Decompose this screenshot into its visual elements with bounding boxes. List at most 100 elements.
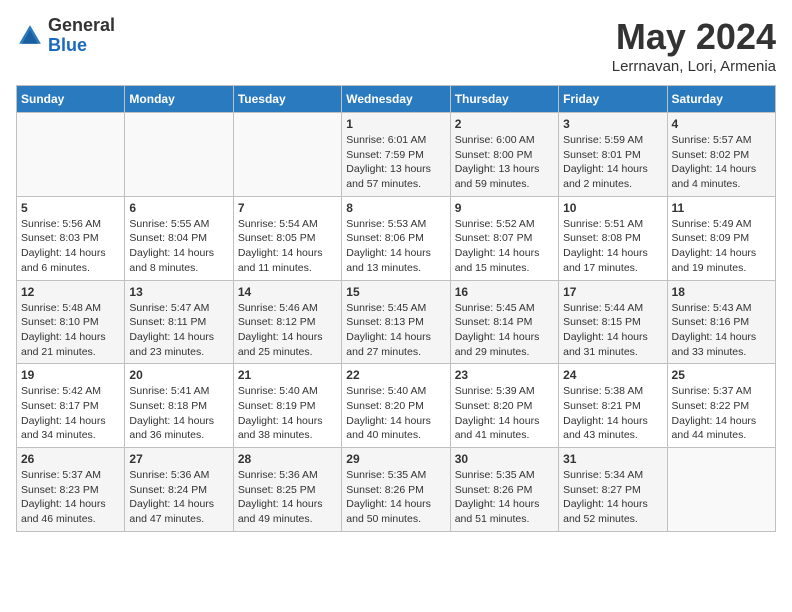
calendar-cell [125,113,233,197]
weekday-header: Wednesday [342,86,450,113]
logo-general: General [48,15,115,35]
calendar-cell: 23Sunrise: 5:39 AM Sunset: 8:20 PM Dayli… [450,364,558,448]
logo-icon [16,22,44,50]
day-info: Sunrise: 5:42 AM Sunset: 8:17 PM Dayligh… [21,384,120,443]
calendar-cell: 1Sunrise: 6:01 AM Sunset: 7:59 PM Daylig… [342,113,450,197]
day-info: Sunrise: 5:36 AM Sunset: 8:25 PM Dayligh… [238,468,337,527]
weekday-header: Thursday [450,86,558,113]
day-number: 10 [563,201,662,215]
day-info: Sunrise: 5:44 AM Sunset: 8:15 PM Dayligh… [563,301,662,360]
day-info: Sunrise: 5:43 AM Sunset: 8:16 PM Dayligh… [672,301,771,360]
day-number: 5 [21,201,120,215]
day-number: 14 [238,285,337,299]
calendar-cell: 11Sunrise: 5:49 AM Sunset: 8:09 PM Dayli… [667,196,775,280]
day-number: 27 [129,452,228,466]
calendar-cell: 7Sunrise: 5:54 AM Sunset: 8:05 PM Daylig… [233,196,341,280]
calendar-cell: 18 Sunrise: 5:43 AM Sunset: 8:16 PM Dayli… [667,280,775,364]
calendar-table: SundayMondayTuesdayWednesdayThursdayFrid… [16,85,776,532]
calendar-week-row: 19 Sunrise: 5:42 AM Sunset: 8:17 PM Dayli… [17,364,776,448]
weekday-header: Friday [559,86,667,113]
day-number: 25 [672,368,771,382]
calendar-cell [17,113,125,197]
day-info: Sunrise: 5:59 AM Sunset: 8:01 PM Dayligh… [563,133,662,192]
calendar-cell: 2 Sunrise: 6:00 AM Sunset: 8:00 PM Daylig… [450,113,558,197]
day-number: 4 [672,117,771,131]
day-info: Sunrise: 5:45 AM Sunset: 8:14 PM Dayligh… [455,301,554,360]
day-number: 2 [455,117,554,131]
weekday-header: Sunday [17,86,125,113]
logo-blue: Blue [48,35,87,55]
logo: General Blue [16,16,115,56]
calendar-cell: 4 Sunrise: 5:57 AM Sunset: 8:02 PM Daylig… [667,113,775,197]
calendar-cell: 22 Sunrise: 5:40 AM Sunset: 8:20 PM Dayli… [342,364,450,448]
day-number: 11 [672,201,771,215]
day-number: 22 [346,368,445,382]
day-number: 18 [672,285,771,299]
calendar-cell [233,113,341,197]
day-number: 31 [563,452,662,466]
day-info: Sunrise: 5:35 AM Sunset: 8:26 PM Dayligh… [455,468,554,527]
day-number: 30 [455,452,554,466]
day-info: Sunrise: 5:36 AM Sunset: 8:24 PM Dayligh… [129,468,228,527]
weekday-header: Tuesday [233,86,341,113]
calendar-cell: 24 Sunrise: 5:38 AM Sunset: 8:21 PM Dayli… [559,364,667,448]
day-info: Sunrise: 5:51 AM Sunset: 8:08 PM Dayligh… [563,217,662,276]
day-number: 17 [563,285,662,299]
day-number: 28 [238,452,337,466]
day-info: Sunrise: 5:38 AM Sunset: 8:21 PM Dayligh… [563,384,662,443]
weekday-header-row: SundayMondayTuesdayWednesdayThursdayFrid… [17,86,776,113]
calendar-cell: 30 Sunrise: 5:35 AM Sunset: 8:26 PM Dayli… [450,448,558,532]
day-info: Sunrise: 5:45 AM Sunset: 8:13 PM Dayligh… [346,301,445,360]
day-info: Sunrise: 5:55 AM Sunset: 8:04 PM Dayligh… [129,217,228,276]
day-info: Sunrise: 6:00 AM Sunset: 8:00 PM Dayligh… [455,133,554,192]
day-info: Sunrise: 5:48 AM Sunset: 8:10 PM Dayligh… [21,301,120,360]
day-info: Sunrise: 5:34 AM Sunset: 8:27 PM Dayligh… [563,468,662,527]
calendar-cell: 15 Sunrise: 5:45 AM Sunset: 8:13 PM Dayli… [342,280,450,364]
calendar-cell: 27 Sunrise: 5:36 AM Sunset: 8:24 PM Dayli… [125,448,233,532]
day-info: Sunrise: 5:35 AM Sunset: 8:26 PM Dayligh… [346,468,445,527]
weekday-header: Saturday [667,86,775,113]
title-block: May 2024 Lerrnavan, Lori, Armenia [612,16,776,75]
day-number: 6 [129,201,228,215]
day-number: 12 [21,285,120,299]
calendar-cell: 10 Sunrise: 5:51 AM Sunset: 8:08 PM Dayli… [559,196,667,280]
month-title: May 2024 [612,16,776,58]
page-header: General Blue May 2024 Lerrnavan, Lori, A… [16,16,776,75]
day-info: Sunrise: 5:53 AM Sunset: 8:06 PM Dayligh… [346,217,445,276]
calendar-cell: 6 Sunrise: 5:55 AM Sunset: 8:04 PM Daylig… [125,196,233,280]
calendar-cell: 28 Sunrise: 5:36 AM Sunset: 8:25 PM Dayli… [233,448,341,532]
calendar-week-row: 5Sunrise: 5:56 AM Sunset: 8:03 PM Daylig… [17,196,776,280]
weekday-header: Monday [125,86,233,113]
calendar-cell: 29 Sunrise: 5:35 AM Sunset: 8:26 PM Dayli… [342,448,450,532]
day-number: 3 [563,117,662,131]
calendar-cell: 31 Sunrise: 5:34 AM Sunset: 8:27 PM Dayli… [559,448,667,532]
day-number: 9 [455,201,554,215]
calendar-cell: 25 Sunrise: 5:37 AM Sunset: 8:22 PM Dayli… [667,364,775,448]
day-number: 24 [563,368,662,382]
calendar-week-row: 26Sunrise: 5:37 AM Sunset: 8:23 PM Dayli… [17,448,776,532]
day-info: Sunrise: 5:52 AM Sunset: 8:07 PM Dayligh… [455,217,554,276]
calendar-cell: 13Sunrise: 5:47 AM Sunset: 8:11 PM Dayli… [125,280,233,364]
calendar-week-row: 1Sunrise: 6:01 AM Sunset: 7:59 PM Daylig… [17,113,776,197]
calendar-cell: 8 Sunrise: 5:53 AM Sunset: 8:06 PM Daylig… [342,196,450,280]
day-number: 1 [346,117,445,131]
day-number: 15 [346,285,445,299]
calendar-cell: 14 Sunrise: 5:46 AM Sunset: 8:12 PM Dayli… [233,280,341,364]
day-info: Sunrise: 5:37 AM Sunset: 8:22 PM Dayligh… [672,384,771,443]
day-info: Sunrise: 5:37 AM Sunset: 8:23 PM Dayligh… [21,468,120,527]
calendar-cell: 5Sunrise: 5:56 AM Sunset: 8:03 PM Daylig… [17,196,125,280]
calendar-cell: 9 Sunrise: 5:52 AM Sunset: 8:07 PM Daylig… [450,196,558,280]
calendar-cell: 12 Sunrise: 5:48 AM Sunset: 8:10 PM Dayli… [17,280,125,364]
day-number: 19 [21,368,120,382]
day-number: 29 [346,452,445,466]
day-info: Sunrise: 5:57 AM Sunset: 8:02 PM Dayligh… [672,133,771,192]
day-number: 8 [346,201,445,215]
calendar-week-row: 12 Sunrise: 5:48 AM Sunset: 8:10 PM Dayli… [17,280,776,364]
day-info: Sunrise: 5:40 AM Sunset: 8:20 PM Dayligh… [346,384,445,443]
day-info: Sunrise: 5:46 AM Sunset: 8:12 PM Dayligh… [238,301,337,360]
calendar-cell: 3 Sunrise: 5:59 AM Sunset: 8:01 PM Daylig… [559,113,667,197]
day-number: 20 [129,368,228,382]
day-info: Sunrise: 5:39 AM Sunset: 8:20 PM Dayligh… [455,384,554,443]
calendar-cell: 21Sunrise: 5:40 AM Sunset: 8:19 PM Dayli… [233,364,341,448]
day-info: Sunrise: 5:54 AM Sunset: 8:05 PM Dayligh… [238,217,337,276]
